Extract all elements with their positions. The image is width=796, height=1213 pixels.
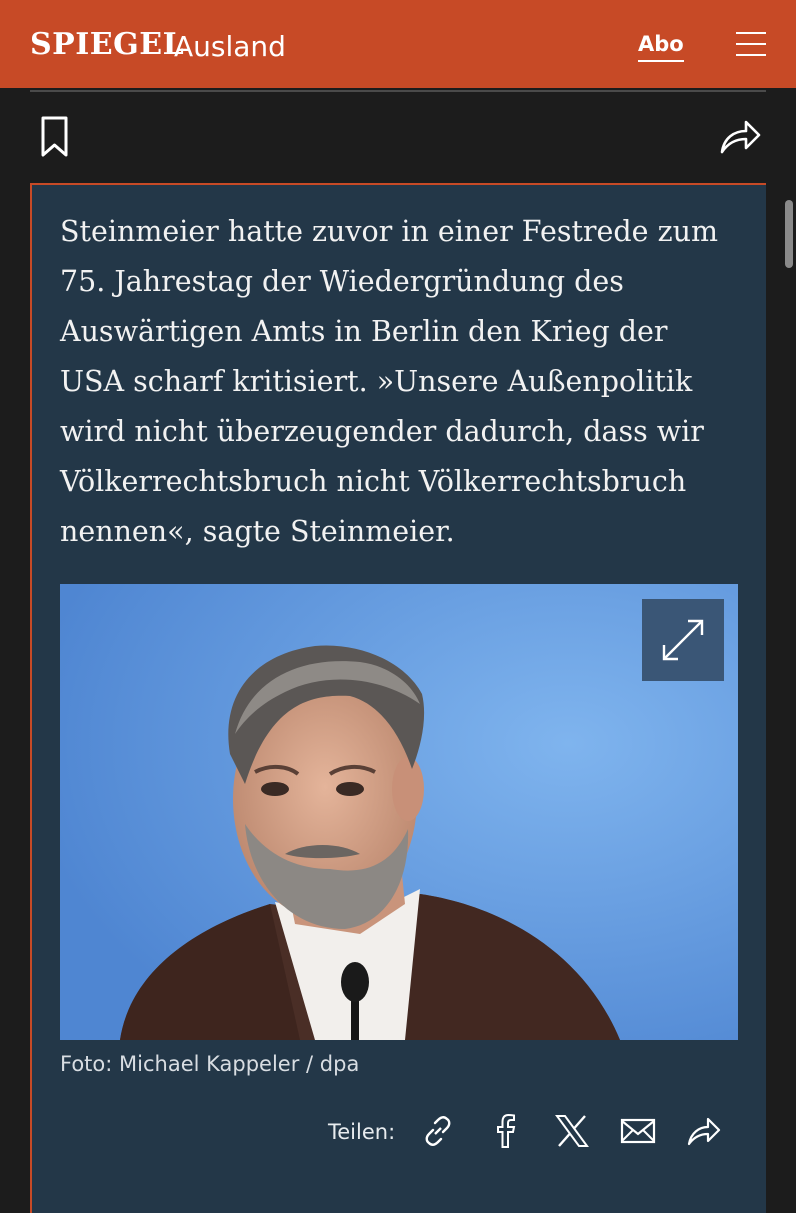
abo-link[interactable]: Abo: [638, 32, 684, 62]
share-arrow-icon[interactable]: [718, 116, 762, 156]
menu-line: [736, 32, 766, 34]
share-arrow-icon[interactable]: [686, 1113, 722, 1149]
article-paragraph: Steinmeier hatte zuvor in einer Festrede…: [60, 215, 718, 548]
spiegel-logo[interactable]: SPIEGEL: [30, 27, 184, 62]
article-card: Steinmeier hatte zuvor in einer Festrede…: [30, 183, 766, 1213]
x-icon[interactable]: [554, 1113, 590, 1149]
section-title[interactable]: Ausland: [174, 30, 286, 63]
bookmark-icon[interactable]: [40, 116, 70, 158]
link-icon[interactable]: [420, 1113, 456, 1149]
mail-icon[interactable]: [620, 1113, 656, 1149]
facebook-icon[interactable]: [488, 1113, 524, 1149]
menu-line: [736, 43, 766, 45]
menu-line: [736, 54, 766, 56]
share-label: Teilen:: [328, 1120, 396, 1144]
scrollbar[interactable]: [785, 200, 793, 268]
expand-image-button[interactable]: [642, 599, 724, 681]
top-bar: SPIEGEL Ausland Abo: [0, 0, 796, 88]
expand-icon: [662, 619, 704, 661]
hamburger-menu-icon[interactable]: [736, 32, 766, 56]
photo-caption: Foto: Michael Kappeler / dpa: [60, 1052, 360, 1076]
header-divider: [30, 90, 766, 92]
article-photo[interactable]: [60, 584, 738, 1040]
